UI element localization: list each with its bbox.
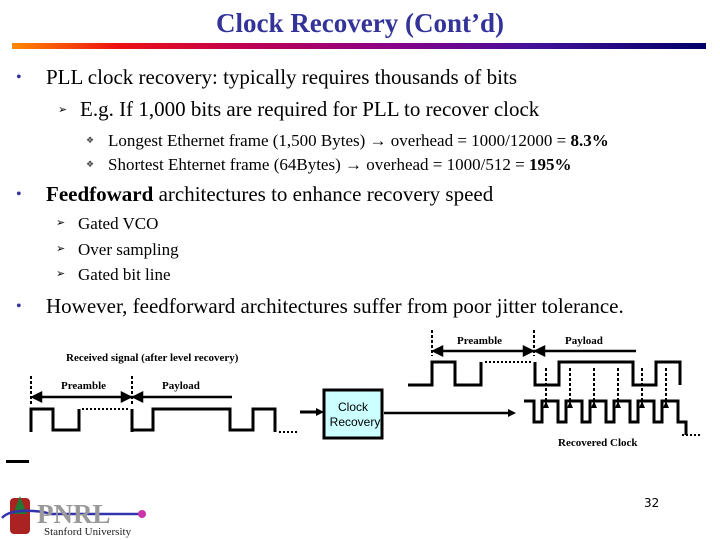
title-underline-gradient [12,43,706,49]
right-span-arrows [431,344,636,358]
text-post: overhead = 1000/12000 = [386,131,571,150]
payload-left-arrowhead [131,390,144,404]
output-arrowhead [508,409,516,417]
bullet-icon: • [16,69,22,86]
received-signal-label: Received signal (after level recovery) [66,352,239,364]
sub-bullet-example: ➢ E.g. If 1,000 bits are required for PLL… [58,97,539,122]
logo-star-icon [138,510,146,518]
diamond-bullet-icon: ❖ [86,135,95,145]
sub-bullet-text: Gated VCO [78,214,159,233]
bullet-bold-text: Feedfoward [46,182,154,206]
recovered-clock-label: Recovered Clock [558,437,638,449]
clock-recovery-diagram: Received signal (after level recovery) P… [29,330,700,449]
diamond-bullet-icon: ❖ [86,159,95,169]
sub-sub-bullet-longest-frame: ❖ Longest Ethernet frame (1,500 Bytes) → … [86,131,609,151]
preamble-left-arrowhead [431,344,444,358]
right-preamble-label: Preamble [457,335,502,347]
preamble-right-arrowhead [522,344,535,358]
preamble-right-arrowhead [120,390,133,404]
bullet-icon: • [16,298,22,315]
arrow-bullet-icon: ➢ [56,243,66,255]
left-payload-label: Payload [162,380,200,392]
bullet-jitter-tolerance: • However, feedforward architectures suff… [16,294,624,319]
right-payload-label: Payload [565,335,603,347]
logo-name: PNRL [37,499,111,529]
block-label-line2: Recovery [330,415,381,429]
clock-recovery-block [322,388,384,440]
text-pre: Longest Ethernet frame (1,500 Bytes) [108,131,370,150]
recovered-clock-waveform [524,399,688,435]
sub-bullet-gated-bit-line: ➢ Gated bit line [56,265,171,285]
bullet-icon: • [16,186,22,203]
bullet-feedforward: • Feedfoward architectures to enhance rec… [16,182,493,207]
arrow-bullet-icon: ➢ [58,104,68,116]
received-signal-waveform [29,407,277,432]
preamble-left-arrowhead [30,390,43,404]
sub-bullet-text: Gated bit line [78,265,171,284]
bullet-text: However, feedforward architectures suffe… [46,294,624,318]
sub-bullet-gated-vco: ➢ Gated VCO [56,214,158,234]
left-span-arrows [30,390,232,404]
right-received-signal-waveform [408,360,682,387]
right-arrow-icon: → [345,155,362,174]
sub-bullet-text: Over sampling [78,240,179,259]
sub-bullet-text: E.g. If 1,000 bits are required for PLL … [80,97,540,121]
overhead-value: 8.3% [570,131,609,150]
block-label-line1: Clock [338,400,369,414]
text-pre: Shortest Ehternet frame (64Bytes) [108,155,345,174]
overhead-value: 195% [528,155,572,174]
bullet-text: PLL clock recovery: typically requires t… [46,65,518,89]
slide-title: Clock Recovery (Cont’d) [216,8,504,38]
pnrl-stanford-logo: PNRL Stanford University [1,496,146,538]
bullet-pll-recovery: • PLL clock recovery: typically requires … [16,65,517,90]
left-preamble-label: Preamble [61,380,106,392]
decorative-dash [6,460,29,463]
right-arrow-icon: → [369,131,387,150]
page-number: 32 [644,496,660,510]
payload-left-arrowhead [533,344,546,358]
logo-subtitle: Stanford University [44,526,132,538]
sub-bullet-over-sampling: ➢ Over sampling [56,240,179,260]
bullet-text: architectures to enhance recovery speed [153,182,494,206]
arrow-bullet-icon: ➢ [56,217,66,229]
text-post: overhead = 1000/512 = [362,155,529,174]
arrow-bullet-icon: ➢ [56,268,66,280]
sub-sub-bullet-shortest-frame: ❖ Shortest Ehternet frame (64Bytes) → ove… [86,155,571,175]
